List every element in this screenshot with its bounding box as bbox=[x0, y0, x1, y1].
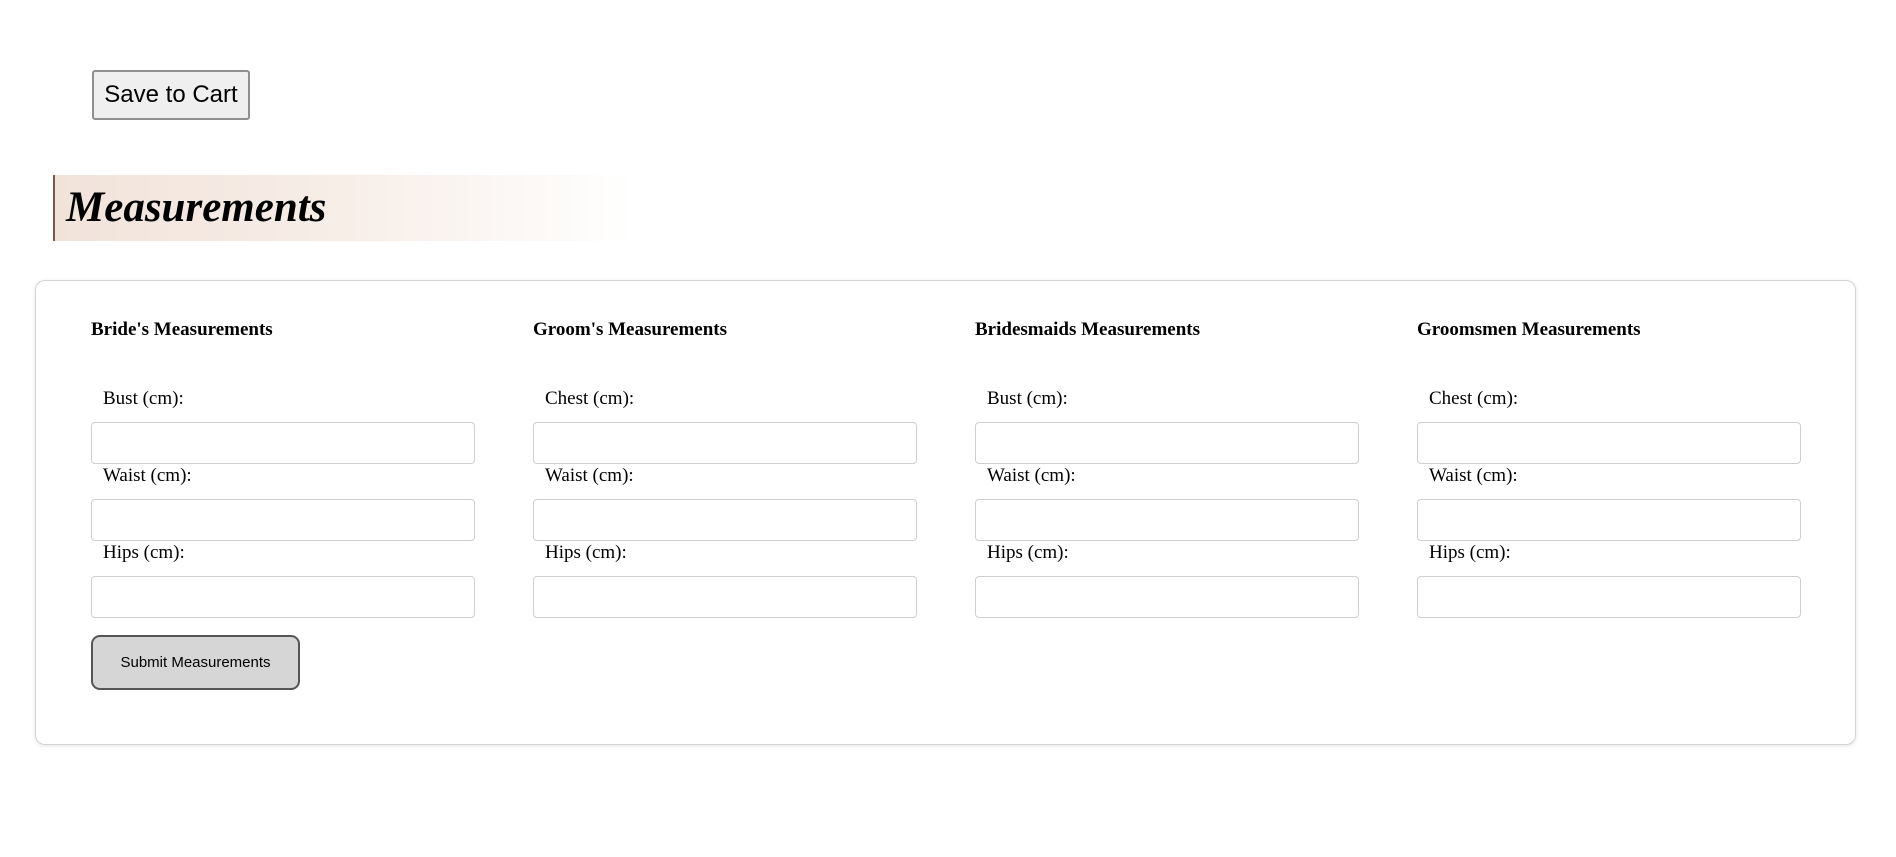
chest-label: Chest (cm): bbox=[1429, 388, 1519, 409]
bridesmaids-hips-input[interactable] bbox=[975, 576, 1359, 618]
bridesmaids-waist-input[interactable] bbox=[975, 499, 1359, 541]
hips-label: Hips (cm): bbox=[1429, 542, 1511, 563]
save-to-cart-button[interactable]: Save to Cart bbox=[92, 70, 250, 120]
hips-label: Hips (cm): bbox=[103, 542, 185, 563]
groom-waist-input[interactable] bbox=[533, 499, 917, 541]
hips-label: Hips (cm): bbox=[987, 542, 1069, 563]
page-title: Measurements bbox=[66, 184, 327, 231]
section-title: Groom's Measurements bbox=[533, 319, 728, 340]
waist-label: Waist (cm): bbox=[103, 465, 192, 486]
groomsmen-waist-input[interactable] bbox=[1417, 499, 1801, 541]
chest-label: Chest (cm): bbox=[545, 388, 635, 409]
section-title: Bride's Measurements bbox=[91, 319, 273, 340]
measurements-heading-banner: Measurements bbox=[53, 175, 633, 241]
section-title: Bridesmaids Measurements bbox=[975, 319, 1200, 340]
groom-chest-input[interactable] bbox=[533, 422, 917, 464]
section-title: Groomsmen Measurements bbox=[1417, 319, 1641, 340]
submit-measurements-button[interactable]: Submit Measurements bbox=[91, 635, 300, 690]
groomsmen-hips-input[interactable] bbox=[1417, 576, 1801, 618]
bust-label: Bust (cm): bbox=[987, 388, 1068, 409]
hips-label: Hips (cm): bbox=[545, 542, 627, 563]
measurements-form-card: Bride's Measurements Bust (cm): Waist (c… bbox=[35, 280, 1856, 745]
waist-label: Waist (cm): bbox=[987, 465, 1076, 486]
groomsmen-chest-input[interactable] bbox=[1417, 422, 1801, 464]
groom-hips-input[interactable] bbox=[533, 576, 917, 618]
waist-label: Waist (cm): bbox=[1429, 465, 1518, 486]
bridesmaids-bust-input[interactable] bbox=[975, 422, 1359, 464]
bride-hips-input[interactable] bbox=[91, 576, 475, 618]
bride-bust-input[interactable] bbox=[91, 422, 475, 464]
bust-label: Bust (cm): bbox=[103, 388, 184, 409]
bride-waist-input[interactable] bbox=[91, 499, 475, 541]
waist-label: Waist (cm): bbox=[545, 465, 634, 486]
